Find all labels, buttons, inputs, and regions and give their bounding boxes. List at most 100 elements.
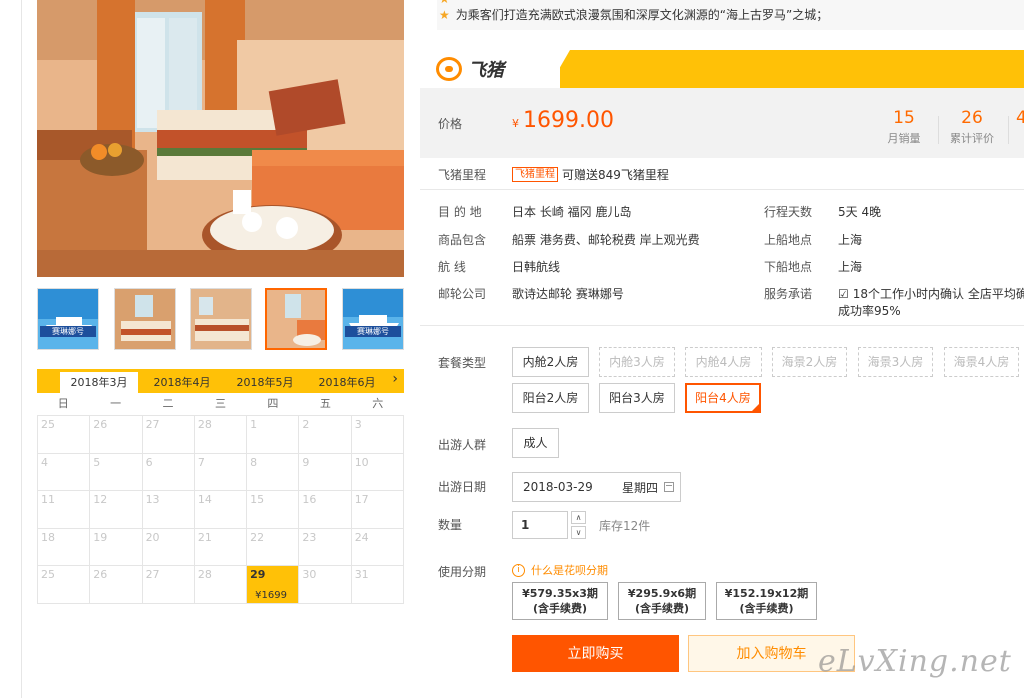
calendar-day: 24	[351, 528, 404, 566]
price-amount: 1699.00	[523, 108, 614, 133]
calendar-tab-april[interactable]: 2018年4月	[143, 372, 221, 393]
main-product-photo	[37, 0, 404, 277]
calendar-icon	[664, 482, 674, 492]
thumbnail-label: 赛琳娜号	[40, 326, 96, 337]
plan-fee-note: (含手续费)	[634, 602, 690, 615]
miles-row: 飞猪里程 飞猪里程 可赠送849飞猪里程	[438, 166, 669, 183]
calendar-day: 7	[194, 453, 248, 491]
detail-destination: 目 的 地 日本 长崎 福冈 鹿儿岛	[438, 203, 631, 220]
thumbnail-ship-poster[interactable]: 赛琳娜号	[37, 288, 99, 350]
section-divider	[420, 189, 1024, 190]
calendar-week-row: 4 5 6 7 8 9 10	[38, 453, 404, 491]
quantity-input[interactable]	[512, 511, 568, 539]
fliggy-logo-icon	[436, 57, 462, 81]
quantity-increase-button[interactable]: ∧	[571, 511, 586, 524]
option-inner-2[interactable]: 内舱2人房	[512, 347, 589, 377]
calendar-day: 27	[142, 566, 195, 604]
stock-text: 库存12件	[599, 519, 651, 533]
left-divider	[21, 0, 22, 698]
detail-value: 上海	[838, 260, 863, 274]
detail-disembark-port: 下船地点 上海	[764, 258, 862, 275]
thumbnail-cabin-2[interactable]	[190, 288, 252, 350]
section-divider	[420, 325, 1024, 326]
calendar-day: 21	[194, 528, 248, 566]
calendar-day: 22	[247, 528, 300, 566]
option-balcony-3[interactable]: 阳台3人房	[599, 383, 675, 413]
calendar-day: 8	[247, 453, 300, 491]
thumbnail-ship-poster-2[interactable]: 赛琳娜号	[342, 288, 404, 350]
detail-route: 航 线 日韩航线	[438, 258, 560, 275]
installment-plan-6[interactable]: ¥295.9x6期 (含手续费)	[618, 582, 706, 620]
buy-now-button[interactable]: 立即购买	[512, 635, 679, 672]
calendar-day: 17	[351, 491, 404, 529]
price-label: 价格	[438, 117, 463, 131]
option-balcony-4[interactable]: 阳台4人房	[685, 383, 761, 413]
detail-key: 行程天数	[764, 205, 813, 219]
thumbnail-label: 赛琳娜号	[345, 326, 401, 337]
weekday-label: 四	[267, 397, 279, 410]
detail-key: 邮轮公司	[438, 287, 487, 301]
calendar-day: 3	[351, 416, 404, 454]
calendar-day: 26	[90, 566, 143, 604]
weekday-label: 日	[57, 397, 69, 410]
option-seaview-3[interactable]: 海景3人房	[858, 347, 933, 377]
installment-label: 使用分期	[438, 565, 487, 579]
calendar-day: 25	[38, 566, 91, 604]
option-inner-3[interactable]: 内舱3人房	[599, 347, 675, 377]
detail-duration: 行程天数 5天 4晚	[764, 203, 881, 220]
thumbnail-cabin-3[interactable]	[265, 288, 327, 350]
calendar-day-selected[interactable]: 29 ¥1699	[247, 566, 300, 604]
detail-key: 服务承诺	[764, 287, 813, 301]
installment-plan-12[interactable]: ¥152.19x12期 (含手续费)	[716, 582, 817, 620]
stat-total-reviews[interactable]: 26 累计评价	[948, 108, 996, 146]
thumbnail-cabin-1[interactable]	[114, 288, 176, 350]
calendar-day: 28	[194, 566, 248, 604]
calendar-week-row: 18 19 20 21 22 23 24	[38, 528, 404, 566]
calendar-weekday-header: 日 一 二 三 四 五 六	[37, 393, 404, 415]
calendar-day: 11	[38, 491, 91, 529]
calendar-week-row: 25 26 27 28 1 2 3	[38, 416, 404, 454]
huabei-help-link[interactable]: i 什么是花呗分期	[512, 562, 608, 578]
calendar-day: 1	[247, 416, 300, 454]
calendar-day: 16	[299, 491, 352, 529]
stat-value: 15	[893, 108, 915, 128]
calendar-next-arrow-icon[interactable]: ›	[392, 371, 398, 387]
detail-cruise-line: 邮轮公司 歌诗达邮轮 赛琳娜号	[438, 285, 624, 302]
calendar-month-tabs: 2018年3月 2018年4月 2018年5月 2018年6月 ›	[37, 369, 404, 393]
stat-value: 26	[961, 108, 983, 128]
note-text: 为乘客们打造充满欧式浪漫氛围和深厚文化渊源的“海上古罗马”之城；	[455, 8, 829, 22]
installment-plan-3[interactable]: ¥579.35x3期 (含手续费)	[512, 582, 608, 620]
quantity-decrease-button[interactable]: ∨	[571, 526, 586, 539]
plan-fee-note: (含手续费)	[532, 602, 588, 615]
weekday-label: 一	[110, 397, 122, 410]
option-inner-4[interactable]: 内舱4人房	[685, 347, 762, 377]
travel-date-picker[interactable]: 2018-03-29 星期四	[512, 472, 681, 502]
calendar-day: 20	[142, 528, 195, 566]
note-line: ★ 为乘客们打造充满欧式浪漫氛围和深厚文化渊源的“海上古罗马”之城；	[437, 7, 1024, 23]
weekday-label: 三	[214, 397, 226, 410]
calendar-day: 10	[351, 453, 404, 491]
calendar-day: 26	[90, 416, 143, 454]
calendar-day: 31	[351, 566, 404, 604]
stat-label: 月销量	[887, 132, 921, 145]
detail-key: 目 的 地	[438, 205, 482, 219]
calendar-day: 13	[142, 491, 195, 529]
calendar-tab-may[interactable]: 2018年5月	[226, 372, 304, 393]
calendar-tab-june[interactable]: 2018年6月	[308, 372, 386, 393]
option-seaview-2[interactable]: 海景2人房	[772, 347, 847, 377]
thumbnail-strip: 赛琳娜号 赛琳娜号	[37, 288, 404, 350]
calendar-day-number: 29	[250, 568, 266, 581]
watermark-text: eLvXing.net	[818, 644, 1012, 679]
product-notes: ★ ★ 为乘客们打造充满欧式浪漫氛围和深厚文化渊源的“海上古罗马”之城；	[437, 0, 1024, 30]
option-seaview-4[interactable]: 海景4人房	[944, 347, 1019, 377]
option-adult[interactable]: 成人	[512, 428, 559, 458]
info-icon: i	[512, 563, 525, 577]
stat-monthly-sales: 15 月销量	[882, 108, 926, 146]
calendar-day: 4	[38, 453, 91, 491]
detail-value: 日本 长崎 福冈 鹿儿岛	[512, 205, 632, 219]
calendar-tab-march[interactable]: 2018年3月	[60, 372, 138, 393]
star-icon: ★	[439, 0, 450, 6]
detail-value: 18个工作小时内确认 全店平均确认	[852, 287, 1024, 301]
miles-text: 可赠送849飞猪里程	[562, 168, 669, 182]
option-balcony-2[interactable]: 阳台2人房	[512, 383, 589, 413]
